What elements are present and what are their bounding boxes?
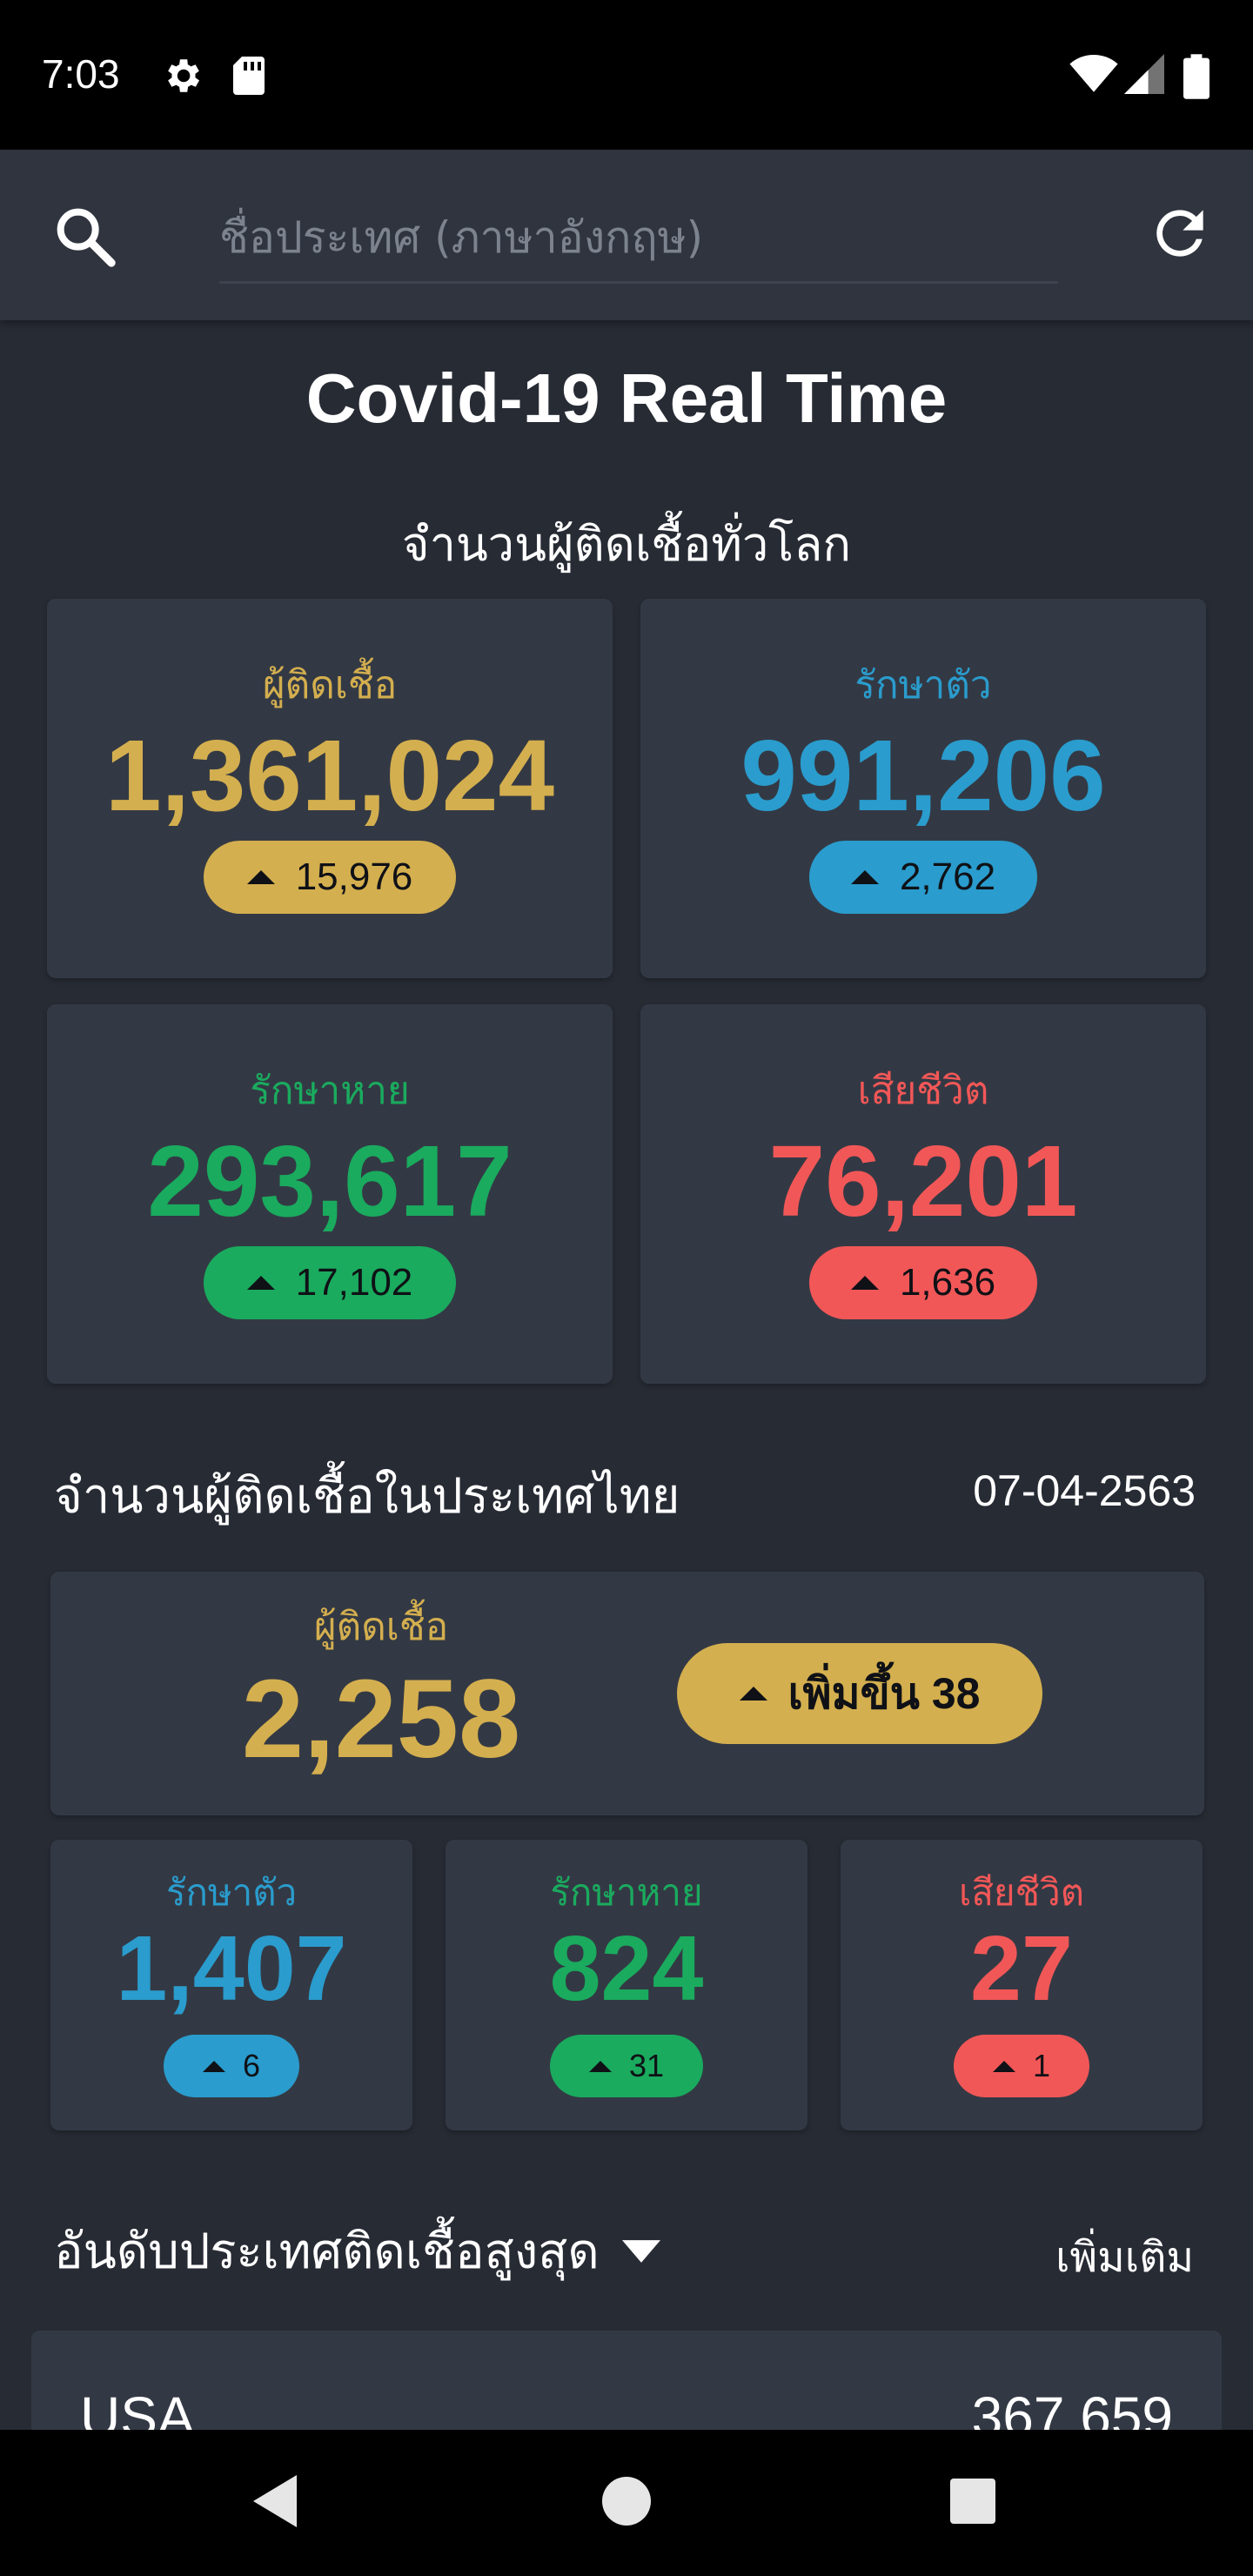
search-bar	[0, 150, 1253, 320]
status-bar: 7:03	[0, 0, 1253, 150]
recents-icon[interactable]	[950, 2479, 995, 2524]
world-confirmed-delta: 15,976	[295, 855, 413, 898]
world-recovered-delta: 17,102	[295, 1261, 413, 1304]
world-confirmed-delta-badge: 15,976	[204, 841, 456, 914]
thailand-confirmed-card: ผู้ติดเชื้อ 2,258 เพิ่มขึ้น 38	[50, 1572, 1204, 1815]
world-subtitle: จำนวนผู้ติดเชื้อทั่วโลก	[401, 517, 852, 572]
signal-icon	[1124, 54, 1164, 94]
arrow-up-icon	[739, 1687, 767, 1701]
thailand-recovering-card: รักษาตัว 1,407 6	[50, 1840, 412, 2130]
ranking-dropdown[interactable]: อันดับประเทศติดเชื้อสูงสุด	[54, 2212, 660, 2290]
arrow-up-icon	[246, 1276, 275, 1290]
arrow-up-icon	[202, 2060, 225, 2072]
world-confirmed-card: ผู้ติดเชื้อ 1,361,024 15,976	[47, 599, 613, 978]
wifi-icon	[1069, 54, 1118, 92]
world-deaths-delta: 1,636	[899, 1261, 996, 1304]
thailand-recovering-label: รักษาตัว	[165, 1871, 298, 1914]
thailand-deaths-delta-badge: 1	[954, 2035, 1089, 2097]
world-deaths-label: เสียชีวิต	[857, 1069, 989, 1113]
world-confirmed-label: ผู้ติดเชื้อ	[262, 663, 398, 708]
chevron-down-icon	[621, 2239, 660, 2263]
world-recovering-delta: 2,762	[899, 855, 996, 898]
thailand-recovered-label: รักษาหาย	[550, 1871, 703, 1914]
thailand-recovering-value: 1,407	[116, 1917, 347, 2020]
settings-icon	[168, 59, 199, 92]
thailand-increase-badge: เพิ่มขึ้น 38	[677, 1643, 1042, 1744]
arrow-up-icon	[992, 2060, 1015, 2072]
thailand-increase-label: เพิ่มขึ้น 38	[787, 1668, 981, 1718]
world-deaths-delta-badge: 1,636	[809, 1246, 1037, 1319]
world-recovered-card: รักษาหาย 293,617 17,102	[47, 1004, 613, 1384]
arrow-up-icon	[588, 2060, 612, 2072]
arrow-up-icon	[850, 1276, 879, 1290]
world-deaths-value: 76,201	[768, 1124, 1078, 1238]
thailand-recovered-delta-badge: 31	[550, 2035, 703, 2097]
search-icon[interactable]	[50, 202, 120, 272]
world-recovered-delta-badge: 17,102	[204, 1246, 456, 1319]
world-recovering-value: 991,206	[740, 719, 1106, 832]
thailand-recovered-delta: 31	[628, 2048, 665, 2083]
thailand-confirmed-value: 2,258	[241, 1657, 521, 1781]
navigation-bar	[0, 2430, 1253, 2576]
world-recovered-label: รักษาหาย	[250, 1069, 410, 1113]
world-deaths-card: เสียชีวิต 76,201 1,636	[640, 1004, 1206, 1384]
arrow-up-icon	[850, 870, 879, 884]
home-icon[interactable]	[602, 2477, 651, 2526]
back-icon[interactable]	[252, 2475, 298, 2527]
thailand-confirmed-label: ผู้ติดเชื้อ	[313, 1605, 449, 1649]
more-link[interactable]: เพิ่มเติม	[1055, 2224, 1194, 2291]
thailand-deaths-delta: 1	[1032, 2048, 1051, 2083]
status-time: 7:03	[42, 51, 120, 97]
arrow-up-icon	[246, 870, 275, 884]
world-recovering-label: รักษาตัว	[854, 663, 992, 708]
thailand-date: 07-04-2563	[973, 1466, 1196, 1515]
world-recovering-delta-badge: 2,762	[809, 841, 1037, 914]
country-search-input[interactable]	[219, 200, 1058, 284]
refresh-icon[interactable]	[1145, 198, 1215, 268]
world-recovering-card: รักษาตัว 991,206 2,762	[640, 599, 1206, 978]
thailand-deaths-value: 27	[970, 1917, 1073, 2020]
world-confirmed-value: 1,361,024	[104, 719, 555, 832]
thailand-recovered-value: 824	[549, 1917, 704, 2020]
ranking-title: อันดับประเทศติดเชื้อสูงสุด	[54, 2224, 600, 2280]
thailand-recovering-delta: 6	[242, 2048, 261, 2083]
page-title: Covid-19 Real Time	[305, 359, 948, 437]
thailand-deaths-card: เสียชีวิต 27 1	[841, 1840, 1203, 2130]
sd-card-icon	[233, 57, 265, 95]
battery-icon	[1183, 54, 1209, 99]
world-recovered-value: 293,617	[147, 1124, 513, 1238]
app-screen: 7:03 Covid-19 Real Time จำนวนผู้ต	[0, 0, 1253, 2576]
thailand-deaths-label: เสียชีวิต	[959, 1871, 1084, 1914]
thailand-recovering-delta-badge: 6	[164, 2035, 299, 2097]
thailand-recovered-card: รักษาหาย 824 31	[446, 1840, 807, 2130]
thailand-title: จำนวนผู้ติดเชื้อในประเทศไทย	[54, 1468, 680, 1525]
